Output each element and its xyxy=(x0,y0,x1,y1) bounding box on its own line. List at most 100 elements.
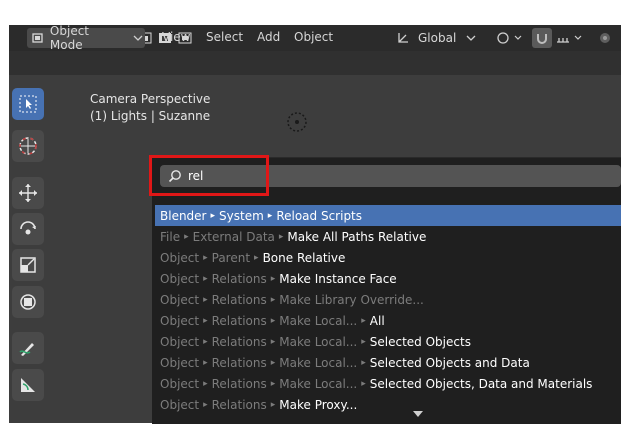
result-name: All xyxy=(369,313,385,328)
result-path-segment: Blender xyxy=(160,208,207,223)
path-separator-icon: ▸ xyxy=(270,336,276,347)
search-result-item[interactable]: Object ▸ Relations ▸ Make Local... ▸ Selected … xyxy=(155,373,621,394)
snap-toggle[interactable] xyxy=(532,28,552,48)
result-name: Selected Objects xyxy=(369,334,471,349)
move-tool[interactable] xyxy=(12,177,44,209)
menu-add[interactable]: Add xyxy=(257,30,280,44)
snap-target-dropdown[interactable] xyxy=(554,28,588,48)
search-result-item[interactable]: File ▸ External Data ▸ Make All Paths Relati… xyxy=(155,226,621,247)
path-separator-icon: ▸ xyxy=(361,315,366,326)
cursor-tool[interactable] xyxy=(12,130,44,162)
path-separator-icon: ▸ xyxy=(203,336,208,347)
pivot-icon xyxy=(497,32,522,44)
path-separator-icon: ▸ xyxy=(270,294,276,305)
crosshair-cursor-icon xyxy=(19,137,37,155)
search-field[interactable] xyxy=(160,165,621,187)
menu-view[interactable]: View xyxy=(162,30,190,44)
magnet-icon xyxy=(537,34,547,44)
result-path-segment: Object xyxy=(160,313,200,328)
result-name: Make Instance Face xyxy=(279,271,397,286)
scroll-down-icon[interactable] xyxy=(413,411,423,417)
search-result-item[interactable]: Object ▸ Relations ▸ Make Proxy... xyxy=(155,394,621,415)
scale-tool[interactable] xyxy=(12,249,44,281)
path-separator-icon: ▸ xyxy=(270,378,276,389)
select-box-icon xyxy=(19,95,37,113)
path-separator-icon: ▸ xyxy=(203,378,208,389)
result-name: Bone Relative xyxy=(262,250,346,265)
result-path-segment: Relations xyxy=(211,292,267,307)
chevron-down-icon xyxy=(133,35,143,41)
light-object-icon xyxy=(287,112,307,132)
search-result-item[interactable]: Blender ▸ System ▸ Reload Scripts xyxy=(155,205,621,226)
path-separator-icon: ▸ xyxy=(203,273,208,284)
viewport-header xyxy=(9,51,621,75)
orientation-label: Global xyxy=(418,31,457,45)
scale-icon xyxy=(20,257,36,273)
orientation-icon xyxy=(398,33,408,43)
result-path-segment: Object xyxy=(160,355,200,370)
result-path-segment: Make Local... xyxy=(279,355,358,370)
result-path-segment: Object xyxy=(160,250,200,265)
result-path-segment: External Data xyxy=(192,229,275,244)
result-path-segment: Relations xyxy=(211,334,267,349)
object-mode-label: Object Mode xyxy=(49,24,90,52)
annotate-tool[interactable] xyxy=(12,332,44,364)
path-separator-icon: ▸ xyxy=(267,210,273,221)
search-icon xyxy=(168,170,181,183)
path-separator-icon: ▸ xyxy=(203,315,208,326)
result-name: Make All Paths Relative xyxy=(287,229,427,244)
menu-select[interactable]: Select xyxy=(206,30,243,44)
result-name: Make Library Override... xyxy=(279,292,424,307)
search-result-item[interactable]: Object ▸ Relations ▸ Make Local... ▸ Selected … xyxy=(155,352,621,373)
path-separator-icon: ▸ xyxy=(203,252,208,263)
search-result-item[interactable]: Object ▸ Relations ▸ Make Local... ▸ All xyxy=(155,310,621,331)
result-path-segment: Relations xyxy=(211,355,267,370)
result-name: Selected Objects and Data xyxy=(369,355,530,370)
object-mode-icon xyxy=(32,33,43,43)
result-path-segment: File xyxy=(160,229,181,244)
result-path-segment: Relations xyxy=(211,271,267,286)
path-separator-icon: ▸ xyxy=(361,357,366,368)
result-path-segment: Relations xyxy=(211,313,267,328)
search-input[interactable] xyxy=(188,169,588,183)
result-path-segment: Make Local... xyxy=(279,313,358,328)
transform-tool[interactable] xyxy=(12,286,44,318)
result-name: Selected Objects, Data and Materials xyxy=(369,376,593,391)
result-path-segment: Relations xyxy=(211,376,267,391)
result-path-segment: Object xyxy=(160,334,200,349)
path-separator-icon: ▸ xyxy=(184,231,189,242)
path-separator-icon: ▸ xyxy=(278,231,284,242)
transform-orientation-dropdown[interactable]: Global xyxy=(396,28,486,48)
proportional-edit-toggle[interactable] xyxy=(594,28,616,48)
path-separator-icon: ▸ xyxy=(203,357,208,368)
proportional-icon xyxy=(600,33,610,43)
search-result-item[interactable]: Object ▸ Parent ▸ Bone Relative xyxy=(155,247,621,268)
path-separator-icon: ▸ xyxy=(203,399,208,410)
measure-tool[interactable] xyxy=(12,369,44,401)
object-mode-dropdown[interactable]: Object Mode xyxy=(27,24,145,52)
result-path-segment: Object xyxy=(160,397,200,412)
pivot-point-dropdown[interactable] xyxy=(494,28,528,48)
view-name: Camera Perspective xyxy=(90,92,211,106)
ruler-icon xyxy=(21,378,35,392)
path-separator-icon: ▸ xyxy=(203,294,208,305)
path-separator-icon: ▸ xyxy=(270,357,276,368)
search-result-item[interactable]: Object ▸ Relations ▸ Make Local... ▸ Selected … xyxy=(155,331,621,352)
result-path-segment: Relations xyxy=(211,397,267,412)
result-name: Reload Scripts xyxy=(276,208,363,223)
rotate-tool[interactable] xyxy=(12,213,44,245)
path-separator-icon: ▸ xyxy=(361,336,366,347)
result-path-segment: Object xyxy=(160,271,200,286)
menu-object[interactable]: Object xyxy=(294,30,333,44)
path-separator-icon: ▸ xyxy=(210,210,216,221)
path-separator-icon: ▸ xyxy=(270,315,276,326)
viewport-info: Camera Perspective (1) Lights | Suzanne xyxy=(90,91,210,125)
search-result-item[interactable]: Object ▸ Relations ▸ Make Instance Face xyxy=(155,268,621,289)
search-result-item[interactable]: Object ▸ Relations ▸ Make Library Override..… xyxy=(155,289,621,310)
move-arrows-icon xyxy=(19,184,37,202)
select-box-tool[interactable] xyxy=(12,88,44,120)
result-path-segment: Parent xyxy=(211,250,251,265)
path-separator-icon: ▸ xyxy=(270,399,276,410)
path-separator-icon: ▸ xyxy=(254,252,259,263)
result-name: Make Proxy... xyxy=(279,397,358,412)
